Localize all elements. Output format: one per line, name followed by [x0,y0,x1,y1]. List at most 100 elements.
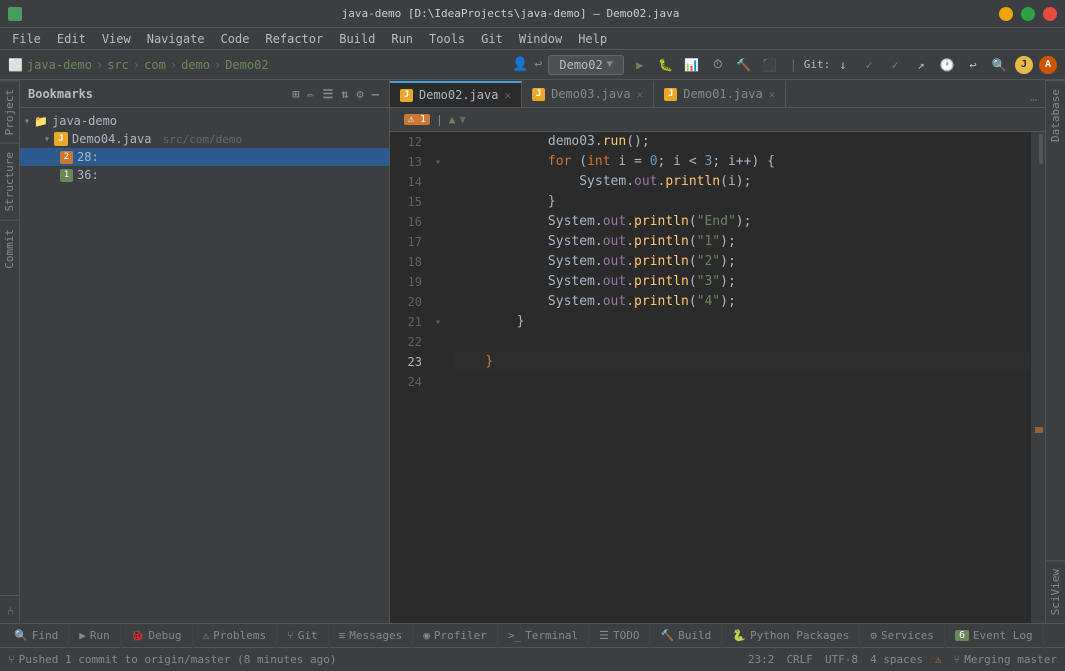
menu-navigate[interactable]: Navigate [139,30,213,48]
panel-close-btn[interactable]: — [370,85,381,103]
editor-scrollbar[interactable] [1031,132,1045,623]
bottom-tab-python[interactable]: 🐍 Python Packages [722,624,860,648]
breadcrumb-src[interactable]: src [107,58,129,72]
panel-list-btn[interactable]: ☰ [321,85,336,103]
undo-btn[interactable]: ↩ [963,55,983,75]
tree-item-bm36[interactable]: 1 36: [20,166,389,184]
status-encoding[interactable]: UTF-8 [825,653,858,666]
status-warning[interactable]: ⚠ [935,653,942,666]
vtab-sciview[interactable]: SciView [1046,560,1065,623]
editor-tabs-settings[interactable]: ⋯ [1022,93,1045,107]
vtab-structure[interactable]: Structure [0,143,20,220]
breadcrumb-com[interactable]: com [144,58,166,72]
panel-actions: ⊞ ✏ ☰ ⇅ ⚙ — [290,85,381,103]
breadcrumb-demo02[interactable]: Demo02 [225,58,268,72]
code-line-19: System.out.println("3"); [454,272,1031,292]
bottom-tab-git[interactable]: ⑂ Git [277,624,328,648]
bottom-tab-eventlog[interactable]: 6 Event Log [945,624,1044,648]
stop-button[interactable]: ⬛ [760,55,780,75]
close-button[interactable] [1043,7,1057,21]
maximize-button[interactable] [1021,7,1035,21]
bottom-tab-services[interactable]: ⚙ Services [860,624,945,648]
todo-icon: ☰ [599,629,609,642]
menu-file[interactable]: File [4,30,49,48]
status-line-ending[interactable]: CRLF [786,653,813,666]
user-avatar[interactable]: J [1015,56,1033,74]
menu-help[interactable]: Help [570,30,615,48]
build-project-btn[interactable]: 🔨 [734,55,754,75]
panel-group-btn[interactable]: ⊞ [290,85,301,103]
bottom-tab-run[interactable]: ▶ Run [69,624,121,648]
status-branch[interactable]: ⑂ Merging master [954,653,1057,666]
menu-code[interactable]: Code [213,30,258,48]
java-file-icon: J [54,132,68,146]
menu-window[interactable]: Window [511,30,570,48]
search-btn[interactable]: 🔍 [989,55,1009,75]
breadcrumb-up[interactable]: ▲ [449,113,456,126]
vtab-project[interactable]: Project [0,80,20,143]
position-value: 23:2 [748,653,775,666]
bottom-tab-profiler[interactable]: ◉ Profiler [413,624,498,648]
minimize-button[interactable] [999,7,1013,21]
tab-demo01[interactable]: J Demo01.java ✕ [654,81,786,107]
tree-arrow-demo04[interactable]: ▾ [44,134,54,145]
panel-edit-btn[interactable]: ✏ [305,85,316,103]
run-button[interactable]: ▶ [630,55,650,75]
tab-close-demo01[interactable]: ✕ [769,88,776,101]
vcs-history-btn[interactable]: 🕐 [937,55,957,75]
menu-git[interactable]: Git [473,30,511,48]
git-history-btn[interactable]: ↗ [911,55,931,75]
status-indent[interactable]: 4 spaces [870,653,923,666]
vtab-commit[interactable]: Commit [0,220,20,277]
code-editor[interactable]: 12 13 14 15 16 17 18 19 20 21 22 23 24 [390,132,1045,623]
fold-13[interactable]: ▾ [430,152,446,172]
panel-sort-btn[interactable]: ⇅ [339,85,350,103]
menu-build[interactable]: Build [331,30,383,48]
status-git-msg[interactable]: ⑂ Pushed 1 commit to origin/master (8 mi… [8,653,337,666]
code-line-15: } [454,192,1031,212]
scrollbar-thumb[interactable] [1039,134,1043,164]
user-avatar-2[interactable]: A [1039,56,1057,74]
tab-close-demo02[interactable]: ✕ [504,89,511,102]
bottom-tab-debug[interactable]: 🐞 Debug [121,624,193,648]
bottom-tab-messages[interactable]: ≡ Messages [329,624,414,648]
vcs-icon[interactable]: ↩ [535,57,543,72]
profile-button[interactable]: ⏱ [708,55,728,75]
menu-view[interactable]: View [94,30,139,48]
tab-demo03[interactable]: J Demo03.java ✕ [522,81,654,107]
bottom-tab-problems[interactable]: ⚠ Problems [193,624,278,648]
menu-run[interactable]: Run [383,30,421,48]
menu-refactor[interactable]: Refactor [257,30,331,48]
menu-edit[interactable]: Edit [49,30,94,48]
tab-demo02[interactable]: J Demo02.java ✕ [390,81,522,107]
bottom-tab-todo[interactable]: ☰ TODO [589,624,650,648]
tree-item-bm28[interactable]: 2 28: [20,148,389,166]
tree-item-demo04[interactable]: ▾ J Demo04.java src/com/demo [20,130,389,148]
breadcrumb-java-demo[interactable]: java-demo [27,58,92,72]
git-update-btn[interactable]: ↓ [833,55,853,75]
code-content[interactable]: demo03.run(); for (int i = 0; i < 3; i++… [446,132,1031,623]
tree-item-java-demo[interactable]: ▾ 📁 java-demo [20,112,389,130]
breadcrumb-demo[interactable]: demo [181,58,210,72]
bottom-tab-build[interactable]: 🔨 Build [650,624,722,648]
fold-21[interactable]: ▾ [430,312,446,332]
panel-header: Bookmarks ⊞ ✏ ☰ ⇅ ⚙ — [20,80,389,108]
panel-settings-btn[interactable]: ⚙ [355,85,366,103]
coverage-button[interactable]: 📊 [682,55,702,75]
status-position[interactable]: 23:2 [748,653,775,666]
line-num-21: 21 [390,312,422,332]
git-commit-btn[interactable]: ✓ [859,55,879,75]
menu-tools[interactable]: Tools [421,30,473,48]
bottom-tab-terminal[interactable]: >_ Terminal [498,624,589,648]
debug-button[interactable]: 🐛 [656,55,676,75]
tree-arrow-java-demo[interactable]: ▾ [24,116,34,127]
user-icon[interactable]: 👤 [512,57,528,72]
run-config-label: Demo02 [559,58,602,72]
tab-close-demo03[interactable]: ✕ [637,88,644,101]
bottom-tab-find[interactable]: 🔍 Find [4,624,69,648]
run-config-selector[interactable]: Demo02 ▼ [548,55,623,75]
nav-back-btn[interactable]: ⬜ [8,58,23,72]
git-push-btn[interactable]: ✓ [885,55,905,75]
vtab-git2[interactable]: ⑂ [0,595,20,623]
vtab-database[interactable]: Database [1046,80,1065,150]
